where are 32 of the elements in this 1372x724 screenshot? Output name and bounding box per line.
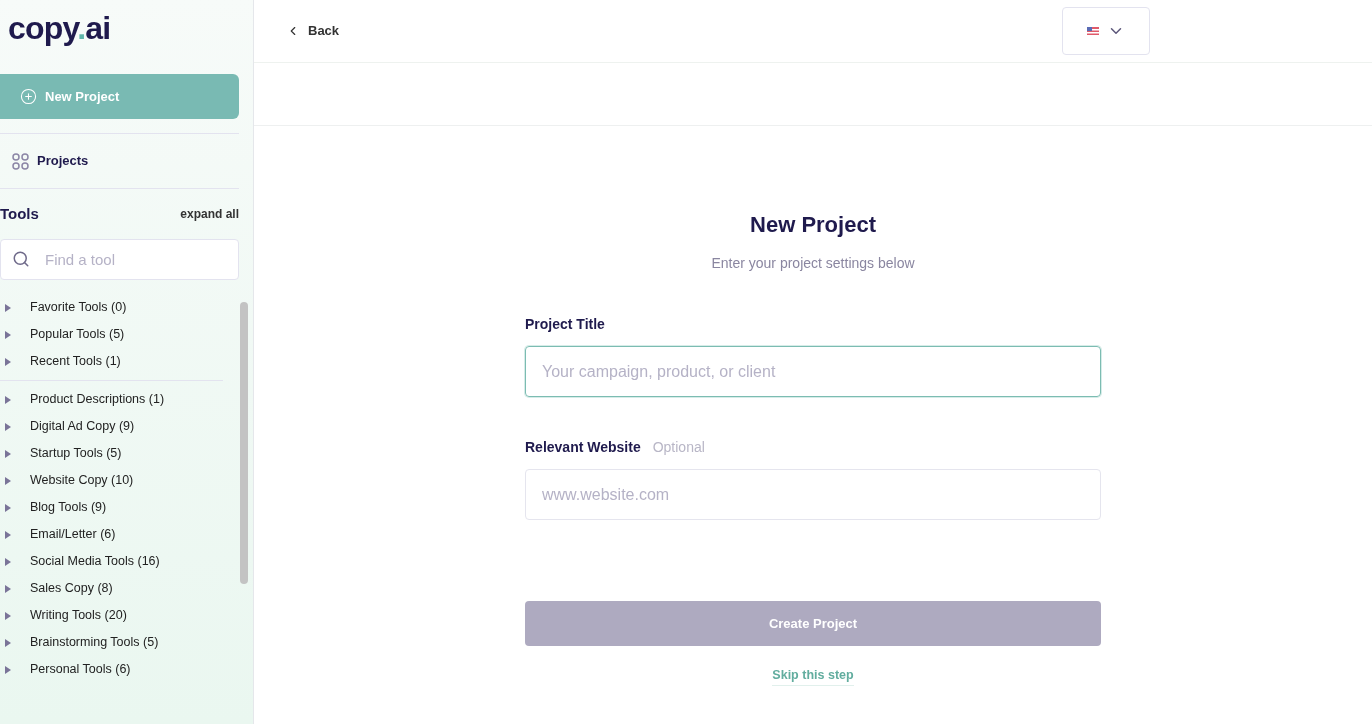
search-icon xyxy=(12,250,30,268)
flag-icon xyxy=(1087,27,1099,35)
form-title: New Project xyxy=(750,211,876,239)
tool-category[interactable]: Favorite Tools (0) xyxy=(0,294,223,321)
form-subtitle: Enter your project settings below xyxy=(711,254,915,273)
tool-category[interactable]: Digital Ad Copy (9) xyxy=(0,413,223,440)
scrollbar[interactable] xyxy=(240,302,248,584)
tool-category[interactable]: Email/Letter (6) xyxy=(0,521,223,548)
tool-category[interactable]: Popular Tools (5) xyxy=(0,321,223,348)
expand-all-link[interactable]: expand all xyxy=(180,205,239,223)
tool-category[interactable]: Writing Tools (20) xyxy=(0,602,223,629)
tool-category[interactable]: Sales Copy (8) xyxy=(0,575,223,602)
tools-heading: Tools xyxy=(0,203,39,224)
grid-icon xyxy=(12,152,29,170)
field-label: Project Title xyxy=(525,314,605,334)
tool-category[interactable]: Blog Tools (9) xyxy=(0,494,223,521)
back-link[interactable]: Back xyxy=(286,21,340,41)
tool-category[interactable]: Website Copy (10) xyxy=(0,467,223,494)
text-field[interactable]: Your campaign, product, or client xyxy=(525,346,1101,397)
tool-category[interactable]: Recent Tools (1) xyxy=(0,348,223,375)
field-label: Relevant Website xyxy=(525,437,641,457)
optional-note: Optional xyxy=(652,437,705,457)
plus-icon xyxy=(20,88,37,105)
tool-search-field[interactable]: Find a tool xyxy=(0,239,239,280)
language-dropdown[interactable] xyxy=(1062,7,1150,55)
projects-link[interactable]: Projects xyxy=(0,134,253,188)
tool-category[interactable]: Personal Tools (6) xyxy=(0,656,223,683)
tool-category[interactable]: Product Descriptions (1) xyxy=(0,386,223,413)
tool-category[interactable]: Brainstorming Tools (5) xyxy=(0,629,223,656)
tool-category[interactable]: Startup Tools (5) xyxy=(0,440,223,467)
logo[interactable]: copy.ai xyxy=(0,0,253,62)
tool-category[interactable]: Social Media Tools (16) xyxy=(0,548,223,575)
